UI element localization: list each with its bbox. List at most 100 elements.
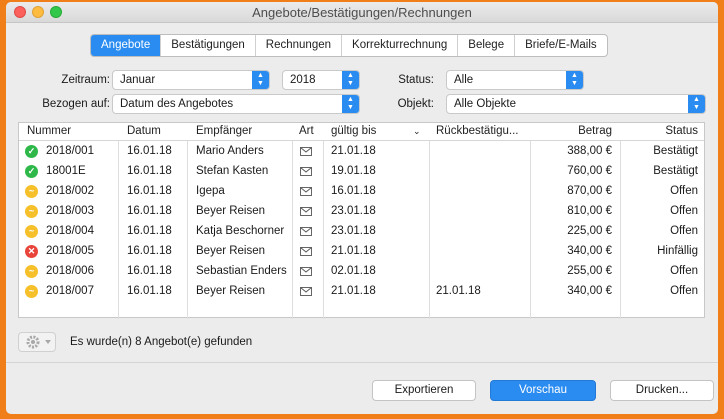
updown-arrows-icon: ▲ ▼ (342, 95, 359, 113)
cell-empfaenger: Stefan Kasten (196, 165, 269, 177)
col-datum[interactable]: Datum (127, 125, 161, 137)
tab-korrekturrechnung[interactable]: Korrekturrechnung (342, 35, 459, 56)
tab-angebote[interactable]: Angebote (91, 35, 162, 56)
table-header: Nummer Datum Empfänger Art gültig bis ⌄ … (19, 123, 704, 141)
cell-datum: 16.01.18 (127, 265, 172, 277)
cell-betrag: 255,00 € (567, 265, 612, 277)
table-row[interactable]: ~2018/004 16.01.18 Katja Beschorner 23.01.1… (19, 222, 704, 242)
title-bar: Angebote/Bestätigungen/Rechnungen (6, 2, 718, 23)
print-button[interactable]: Drucken... (610, 380, 714, 401)
cell-status: Offen (670, 225, 698, 237)
table-row[interactable]: ~2018/006 16.01.18 Sebastian Enders 02.01.1… (19, 262, 704, 282)
table-row[interactable]: ~2018/007 16.01.18 Beyer Reisen 21.01.18 21.… (19, 282, 704, 302)
table-row[interactable]: ~2018/002 16.01.18 Igepa 16.01.18 870,00 € Of… (19, 182, 704, 202)
tab-belege[interactable]: Belege (458, 35, 516, 56)
window-title: Angebote/Bestätigungen/Rechnungen (252, 5, 472, 20)
pending-circle-icon: ~ (25, 205, 38, 218)
cell-gueltig-bis: 16.01.18 (331, 185, 376, 197)
bezogen-label: Bezogen auf: (42, 98, 110, 110)
cell-empfaenger: Mario Anders (196, 145, 264, 157)
sort-chevron-down-icon[interactable]: ⌄ (413, 126, 421, 137)
col-betrag[interactable]: Betrag (578, 125, 612, 137)
cell-betrag: 810,00 € (567, 205, 612, 217)
cell-nummer: 18001E (46, 165, 86, 177)
year-value: 2018 (290, 74, 316, 86)
zeitraum-select[interactable]: Januar ▲ ▼ (112, 70, 270, 90)
cell-nummer: 2018/004 (46, 225, 94, 237)
cell-betrag: 225,00 € (567, 225, 612, 237)
envelope-icon (300, 147, 312, 156)
check-circle-icon: ✓ (25, 145, 38, 158)
tab-rechnungen[interactable]: Rechnungen (256, 35, 343, 56)
settings-menu-button[interactable] (18, 332, 56, 352)
cell-datum: 16.01.18 (127, 285, 172, 297)
col-gueltig-bis[interactable]: gültig bis (331, 125, 376, 137)
table-row[interactable]: ✕ 2018/005 16.01.18 Beyer Reisen 21.01.18 340… (19, 242, 704, 262)
cell-betrag: 870,00 € (567, 185, 612, 197)
footer-divider (6, 362, 718, 363)
objekt-select[interactable]: Alle Objekte ▲ ▼ (446, 94, 706, 114)
bezogen-select[interactable]: Datum des Angebotes ▲ ▼ (112, 94, 360, 114)
envelope-icon (300, 167, 312, 176)
cell-gueltig-bis: 21.01.18 (331, 285, 376, 297)
tab-bar: Angebote Bestätigungen Rechnungen Korrek… (90, 34, 608, 57)
col-nummer[interactable]: Nummer (27, 125, 71, 137)
cell-empfaenger: Igepa (196, 185, 225, 197)
cell-status: Offen (670, 285, 698, 297)
cell-status: Hinfällig (657, 245, 698, 257)
envelope-icon (300, 247, 312, 256)
bezogen-value: Datum des Angebotes (120, 98, 234, 110)
cell-empfaenger: Sebastian Enders (196, 265, 287, 277)
cell-nummer: 2018/007 (46, 285, 94, 297)
envelope-icon (300, 267, 312, 276)
updown-arrows-icon: ▲ ▼ (252, 71, 269, 89)
envelope-icon (300, 187, 312, 196)
table-row[interactable]: ✓ 2018/001 16.01.18 Mario Anders 21.01.18 388… (19, 142, 704, 162)
cell-betrag: 340,00 € (567, 245, 612, 257)
cell-datum: 16.01.18 (127, 205, 172, 217)
cell-betrag: 340,00 € (567, 285, 612, 297)
envelope-icon (300, 207, 312, 216)
cell-status: Bestätigt (653, 165, 698, 177)
pending-circle-icon: ~ (25, 285, 38, 298)
cell-gueltig-bis: 21.01.18 (331, 245, 376, 257)
cell-gueltig-bis: 19.01.18 (331, 165, 376, 177)
cell-empfaenger: Beyer Reisen (196, 245, 266, 257)
col-art[interactable]: Art (299, 125, 314, 137)
status-label: Status: (398, 74, 434, 86)
col-rueckbestaetigung[interactable]: Rückbestätigu... (436, 125, 518, 137)
cell-gueltig-bis: 23.01.18 (331, 225, 376, 237)
result-count-text: Es wurde(n) 8 Angebot(e) gefunden (70, 336, 253, 348)
updown-arrows-icon: ▲ ▼ (566, 71, 583, 89)
cell-gueltig-bis: 02.01.18 (331, 265, 376, 277)
preview-button[interactable]: Vorschau (490, 380, 596, 401)
cell-datum: 16.01.18 (127, 225, 172, 237)
error-circle-icon: ✕ (25, 245, 38, 258)
table-row[interactable]: ✓ 18001E 16.01.18 Stefan Kasten 19.01.18 760,… (19, 162, 704, 182)
cell-gueltig-bis: 23.01.18 (331, 205, 376, 217)
cell-datum: 16.01.18 (127, 185, 172, 197)
cell-datum: 16.01.18 (127, 245, 172, 257)
year-select[interactable]: 2018 ▲ ▼ (282, 70, 360, 90)
objekt-label: Objekt: (397, 98, 434, 110)
col-status[interactable]: Status (665, 125, 698, 137)
cell-status: Offen (670, 185, 698, 197)
cell-status: Offen (670, 205, 698, 217)
offers-table: Nummer Datum Empfänger Art gültig bis ⌄ … (18, 122, 705, 319)
status-select[interactable]: Alle ▲ ▼ (446, 70, 584, 90)
cell-nummer: 2018/001 (46, 145, 94, 157)
table-row[interactable]: ~2018/003 16.01.18 Beyer Reisen 23.01.18 810… (19, 202, 704, 222)
envelope-icon (300, 227, 312, 236)
cell-rueckbestaetigung: 21.01.18 (436, 285, 481, 297)
tab-briefe-emails[interactable]: Briefe/E-Mails (515, 35, 607, 56)
cell-nummer: 2018/002 (46, 185, 94, 197)
tab-bestaetigungen[interactable]: Bestätigungen (161, 35, 256, 56)
zeitraum-value: Januar (120, 74, 156, 86)
pending-circle-icon: ~ (25, 185, 38, 198)
check-circle-icon: ✓ (25, 165, 38, 178)
cell-datum: 16.01.18 (127, 165, 172, 177)
export-button[interactable]: Exportieren (372, 380, 476, 401)
col-empfaenger[interactable]: Empfänger (196, 125, 252, 137)
gear-icon (26, 335, 51, 349)
cell-nummer: 2018/006 (46, 265, 94, 277)
